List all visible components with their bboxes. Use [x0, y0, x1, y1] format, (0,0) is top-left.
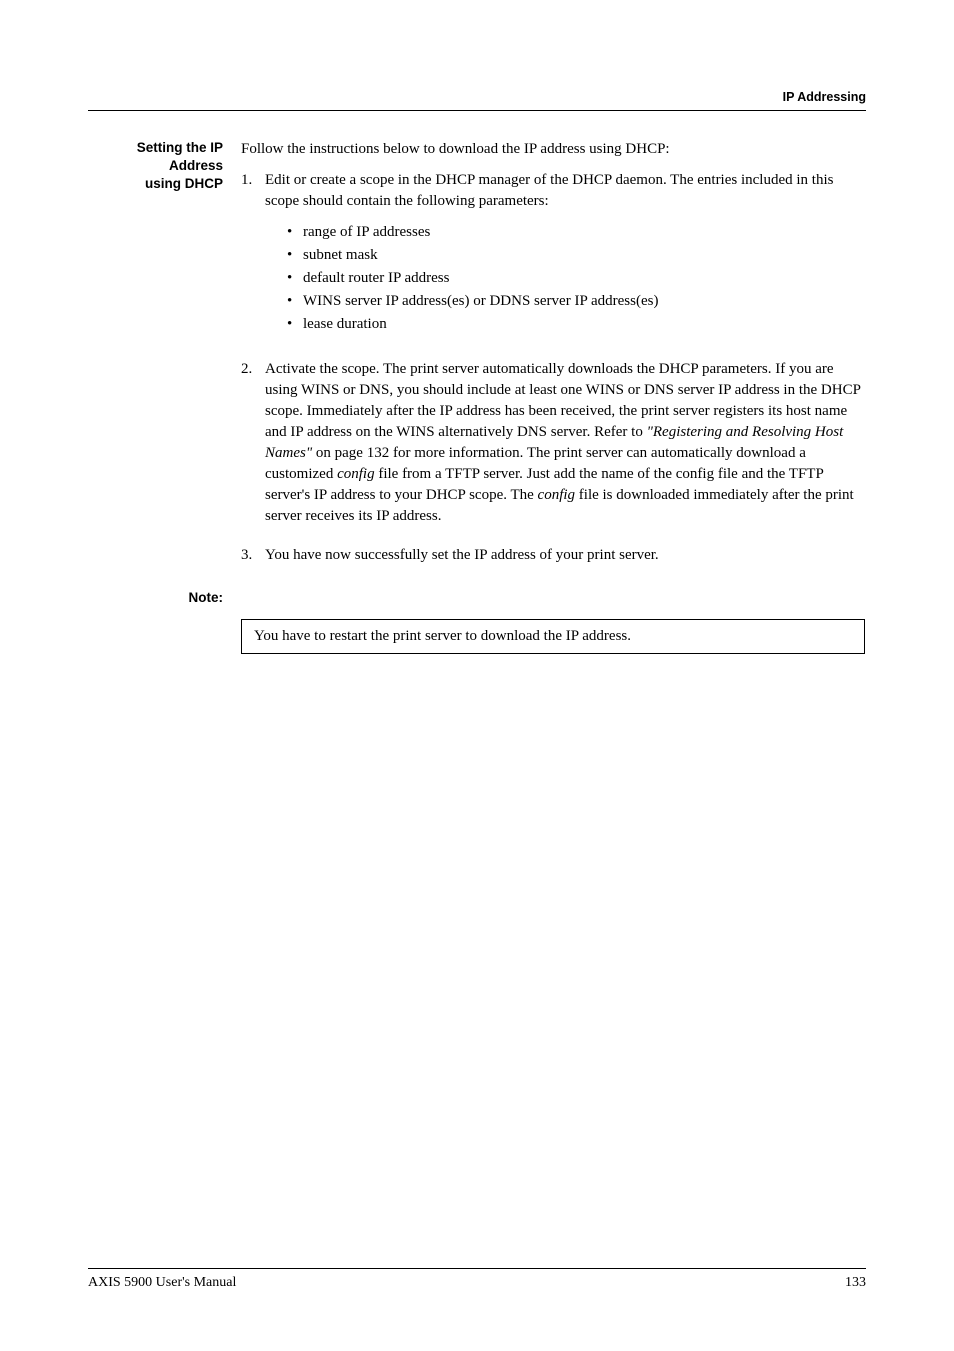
- footer-page-number: 133: [845, 1275, 866, 1291]
- intro-text: Follow the instructions below to downloa…: [241, 139, 866, 160]
- step-1-bullets: range of IP addresses subnet mask defaul…: [265, 222, 866, 335]
- step-1-text: Edit or create a scope in the DHCP manag…: [265, 172, 833, 209]
- step-3-text: You have now successfully set the IP add…: [265, 547, 659, 563]
- page-header: IP Addressing: [88, 90, 866, 111]
- bullet-item: subnet mask: [287, 245, 866, 266]
- header-section: IP Addressing: [783, 90, 866, 104]
- main-content: Follow the instructions below to downloa…: [223, 139, 866, 584]
- step-3-number: 3.: [241, 545, 265, 566]
- instruction-list: 1. Edit or create a scope in the DHCP ma…: [241, 170, 866, 566]
- bullet-item: default router IP address: [287, 268, 866, 289]
- step-2: 2. Activate the scope. The print server …: [241, 359, 866, 527]
- step-1: 1. Edit or create a scope in the DHCP ma…: [241, 170, 866, 341]
- bullet-item: range of IP addresses: [287, 222, 866, 243]
- step-2-config-italic: config: [337, 466, 375, 482]
- bullet-item: lease duration: [287, 314, 866, 335]
- side-heading: Setting the IP Address using DHCP: [88, 139, 223, 194]
- note-box: You have to restart the print server to …: [241, 619, 865, 654]
- page-footer: AXIS 5900 User's Manual 133: [88, 1268, 866, 1291]
- step-1-number: 1.: [241, 170, 265, 341]
- note-label: Note:: [88, 590, 223, 605]
- step-2-config-italic: config: [538, 487, 576, 503]
- side-heading-line2: using DHCP: [145, 176, 223, 191]
- footer-manual-name: AXIS 5900 User's Manual: [88, 1275, 236, 1291]
- bullet-item: WINS server IP address(es) or DDNS serve…: [287, 291, 866, 312]
- step-2-number: 2.: [241, 359, 265, 527]
- step-3: 3. You have now successfully set the IP …: [241, 545, 866, 566]
- step-2-text: Activate the scope. The print server aut…: [265, 359, 866, 527]
- note-text: You have to restart the print server to …: [254, 628, 631, 644]
- side-heading-line1: Setting the IP Address: [137, 140, 223, 173]
